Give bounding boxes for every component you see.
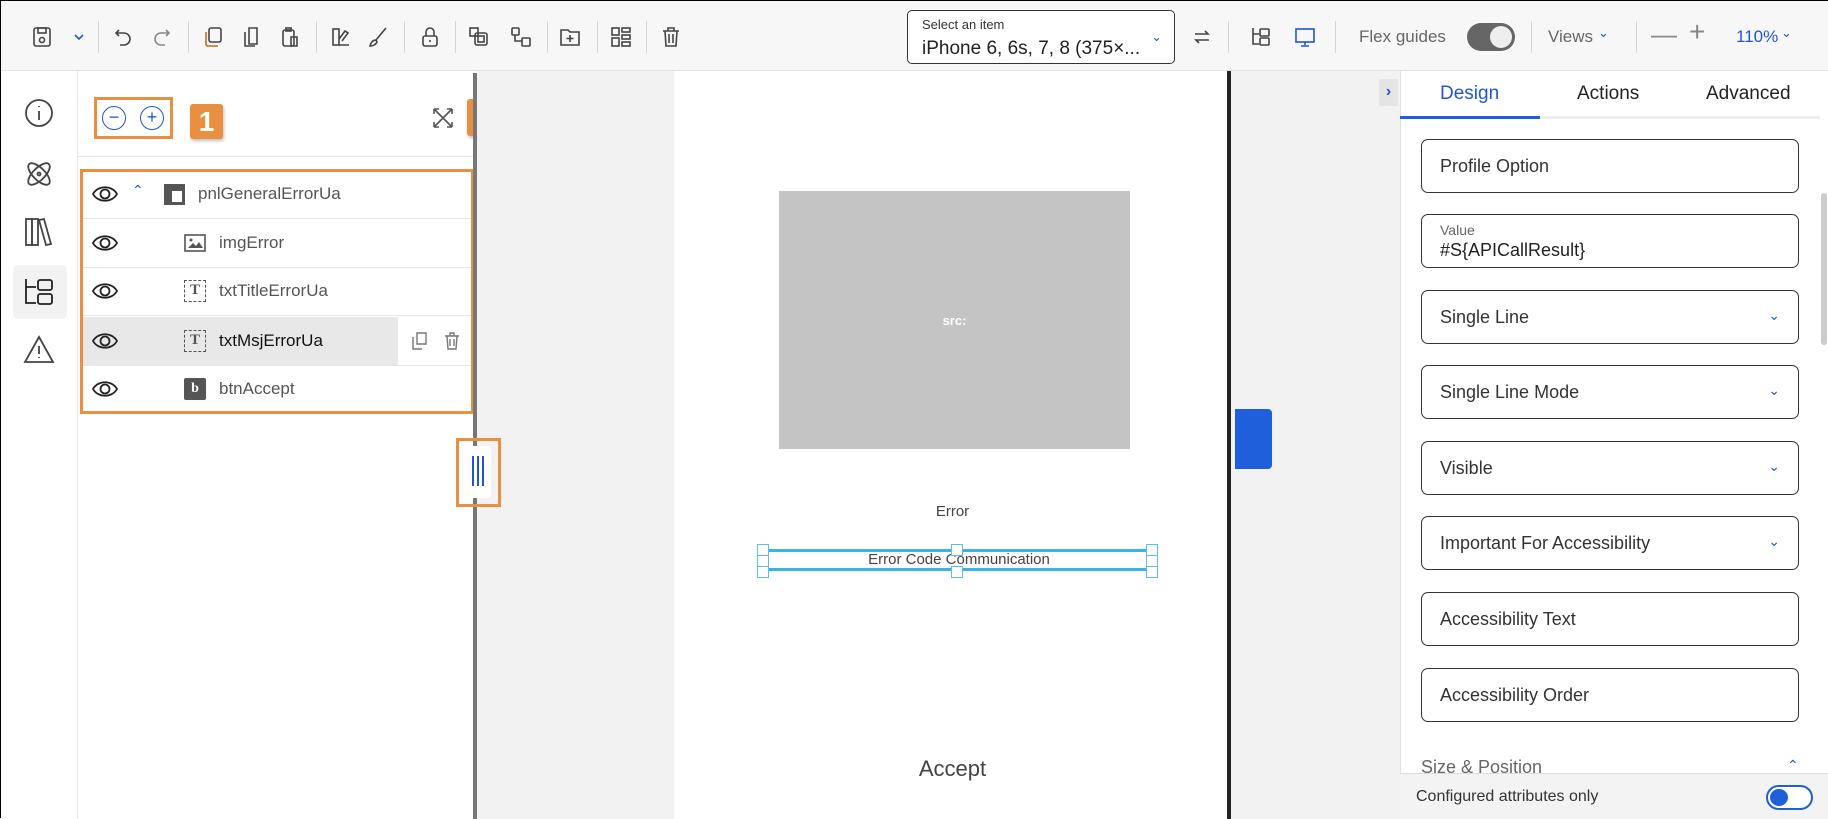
- style-icon[interactable]: [329, 25, 353, 49]
- tree-icon[interactable]: [21, 274, 57, 310]
- flex-guides-label: Flex guides: [1359, 27, 1446, 46]
- flex-guides-toggle[interactable]: [1467, 23, 1515, 51]
- toolbar: Select an item iPhone 6, 6s, 7, 8 (375×.…: [1, 1, 1828, 71]
- chevron-down-icon: ⌄: [1151, 29, 1162, 44]
- views-menu[interactable]: Views: [1548, 27, 1593, 47]
- delete-icon[interactable]: [659, 25, 683, 49]
- accessibility-order-field[interactable]: Accessibility Order: [1421, 668, 1799, 722]
- accept-button[interactable]: Accept: [674, 756, 1231, 782]
- expand-icon[interactable]: [431, 106, 455, 130]
- drag-handle[interactable]: [466, 446, 491, 498]
- redo-icon[interactable]: [150, 25, 174, 49]
- group-icon[interactable]: [467, 25, 491, 49]
- brush-icon[interactable]: [366, 25, 390, 49]
- image-src-label: src:: [942, 312, 967, 328]
- layout-icon[interactable]: [609, 25, 633, 49]
- rotate-icon[interactable]: [1190, 25, 1214, 49]
- ungroup-icon[interactable]: [509, 25, 533, 49]
- side-tab-button[interactable]: [1235, 409, 1272, 469]
- device-select-value: iPhone 6, 6s, 7, 8 (375×...: [922, 38, 1141, 59]
- chevron-down-icon: ⌄: [1768, 307, 1780, 323]
- value-field[interactable]: Value #S{APICallResult}: [1421, 214, 1799, 268]
- scrollbar[interactable]: [1821, 193, 1827, 345]
- info-icon[interactable]: [21, 95, 57, 131]
- collapse-panel-button[interactable]: ›: [1379, 79, 1398, 106]
- expand-all-button[interactable]: +: [140, 106, 164, 130]
- tree-view-icon[interactable]: [1249, 25, 1273, 49]
- annotation-box-3: [80, 169, 474, 414]
- footer-bar: Configured attributes only: [1400, 773, 1828, 819]
- tab-actions[interactable]: Actions: [1577, 83, 1639, 105]
- save-icon[interactable]: [30, 25, 54, 49]
- chevron-down-icon: ⌄: [1768, 382, 1780, 398]
- visible-select[interactable]: Visible ⌄: [1421, 441, 1799, 495]
- chevron-down-icon: ⌄: [1768, 458, 1780, 474]
- tab-advanced[interactable]: Advanced: [1706, 83, 1791, 105]
- single-line-select[interactable]: Single Line ⌄: [1421, 290, 1799, 344]
- zoom-level[interactable]: 110%: [1736, 27, 1778, 47]
- monitor-icon[interactable]: [1293, 25, 1317, 49]
- undo-icon[interactable]: [111, 25, 135, 49]
- important-for-accessibility-select[interactable]: Important For Accessibility ⌄: [1421, 516, 1799, 570]
- duplicate-icon[interactable]: [201, 25, 225, 49]
- left-rail: [1, 71, 78, 819]
- configured-attributes-label: Configured attributes only: [1416, 788, 1599, 805]
- profile-option-field[interactable]: Profile Option: [1421, 139, 1799, 193]
- add-folder-icon[interactable]: [558, 25, 582, 49]
- chevron-down-icon: ⌄: [1768, 533, 1780, 549]
- copy-icon[interactable]: [239, 25, 263, 49]
- collapse-all-button[interactable]: −: [102, 106, 126, 130]
- device-select-label: Select an item: [922, 17, 1005, 32]
- chevron-down-icon[interactable]: [67, 25, 91, 49]
- image-placeholder[interactable]: src:: [779, 191, 1130, 449]
- paste-icon[interactable]: [278, 25, 302, 49]
- error-title[interactable]: Error: [674, 503, 1231, 520]
- atom-icon[interactable]: [21, 156, 57, 192]
- tab-design[interactable]: Design: [1440, 83, 1499, 105]
- warning-icon[interactable]: [21, 332, 57, 368]
- configured-attributes-toggle[interactable]: [1766, 785, 1813, 810]
- single-line-mode-select[interactable]: Single Line Mode ⌄: [1421, 365, 1799, 419]
- annotation-badge-1: 1: [190, 104, 223, 139]
- device-select[interactable]: Select an item iPhone 6, 6s, 7, 8 (375×.…: [907, 10, 1175, 64]
- accessibility-text-field[interactable]: Accessibility Text: [1421, 592, 1799, 646]
- library-icon[interactable]: [21, 214, 57, 250]
- lock-icon[interactable]: [418, 25, 442, 49]
- chevron-down-icon: ⌄: [1781, 25, 1792, 40]
- chevron-up-icon[interactable]: ⌃: [1787, 757, 1799, 774]
- zoom-out-button[interactable]: —: [1651, 19, 1677, 50]
- zoom-in-button[interactable]: +: [1689, 16, 1705, 48]
- chevron-down-icon: ⌄: [1598, 25, 1609, 40]
